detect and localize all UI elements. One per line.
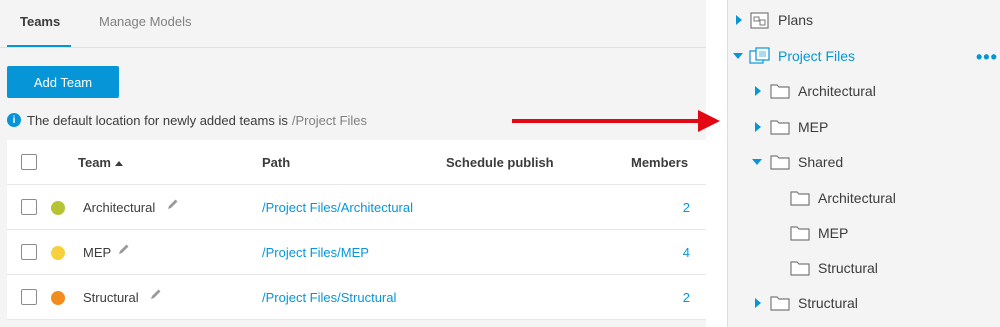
info-text: The default location for newly added tea… bbox=[27, 112, 288, 128]
folder-icon bbox=[770, 84, 790, 99]
collapse-shared-toggle[interactable] bbox=[752, 157, 762, 167]
tree-node-structural[interactable]: Structural bbox=[798, 295, 858, 311]
info-icon: i bbox=[7, 113, 21, 127]
tab-teams[interactable]: Teams bbox=[20, 14, 60, 29]
tab-divider bbox=[0, 47, 706, 48]
folder-icon bbox=[770, 155, 790, 170]
tree-node-shared[interactable]: Shared bbox=[798, 154, 843, 170]
tree-node-shared-architectural[interactable]: Architectural bbox=[818, 190, 896, 206]
sort-ascending-icon bbox=[115, 161, 123, 167]
red-arrow-line bbox=[512, 119, 700, 123]
folder-icon bbox=[790, 191, 810, 206]
tab-bar: Teams Manage Models bbox=[0, 0, 706, 48]
info-path: /Project Files bbox=[291, 112, 368, 128]
folder-tree-panel: Plans Project Files ••• Architectural ME… bbox=[727, 0, 1000, 327]
tree-node-shared-mep[interactable]: MEP bbox=[818, 225, 848, 241]
row-checkbox[interactable] bbox=[21, 244, 37, 260]
team-column-header[interactable]: Team bbox=[78, 155, 123, 170]
edit-pencil-icon[interactable] bbox=[167, 198, 179, 210]
team-path-link[interactable]: /Project Files/Structural bbox=[262, 290, 396, 305]
team-color-dot bbox=[51, 291, 65, 305]
path-column-header: Path bbox=[262, 155, 291, 170]
expand-architectural-toggle[interactable] bbox=[753, 86, 763, 96]
folder-icon bbox=[790, 261, 810, 276]
more-options-icon[interactable]: ••• bbox=[976, 47, 998, 68]
project-files-icon bbox=[749, 47, 770, 64]
edit-pencil-icon[interactable] bbox=[150, 288, 162, 300]
default-location-info: i The default location for newly added t… bbox=[7, 112, 367, 128]
tab-manage-models[interactable]: Manage Models bbox=[99, 14, 192, 29]
members-column-header: Members bbox=[631, 155, 689, 170]
members-count[interactable]: 4 bbox=[683, 245, 690, 260]
team-name: Structural bbox=[83, 290, 139, 305]
members-count[interactable]: 2 bbox=[683, 290, 690, 305]
caret-right-icon bbox=[755, 122, 761, 132]
expand-structural-toggle[interactable] bbox=[753, 298, 763, 308]
folder-icon bbox=[770, 296, 790, 311]
tree-node-architectural[interactable]: Architectural bbox=[798, 83, 876, 99]
table-row: MEP /Project Files/MEP 4 bbox=[7, 230, 706, 275]
team-name: MEP bbox=[83, 245, 112, 260]
folder-icon bbox=[790, 226, 810, 241]
team-color-dot bbox=[51, 246, 65, 260]
expand-plans-toggle[interactable] bbox=[734, 15, 744, 25]
table-row: Architectural /Project Files/Architectur… bbox=[7, 185, 706, 230]
team-path-link[interactable]: /Project Files/MEP bbox=[262, 245, 369, 260]
teams-panel: Teams Manage Models Add Team i The defau… bbox=[0, 0, 706, 327]
tree-node-shared-structural[interactable]: Structural bbox=[818, 260, 878, 276]
add-team-button[interactable]: Add Team bbox=[7, 66, 119, 98]
tree-node-plans[interactable]: Plans bbox=[778, 12, 813, 28]
folder-icon bbox=[770, 120, 790, 135]
caret-right-icon bbox=[755, 298, 761, 308]
red-arrow-head bbox=[698, 110, 720, 132]
collapse-project-files-toggle[interactable] bbox=[733, 51, 743, 61]
expand-mep-toggle[interactable] bbox=[753, 122, 763, 132]
plans-folder-icon bbox=[750, 12, 769, 29]
edit-pencil-icon[interactable] bbox=[118, 243, 130, 255]
members-count[interactable]: 2 bbox=[683, 200, 690, 215]
row-checkbox[interactable] bbox=[21, 199, 37, 215]
tree-node-mep[interactable]: MEP bbox=[798, 119, 828, 135]
team-color-dot bbox=[51, 201, 65, 215]
caret-down-icon bbox=[733, 53, 743, 59]
caret-down-icon bbox=[752, 159, 762, 165]
table-header: Team Path Schedule publish Members bbox=[7, 140, 706, 185]
team-path-link[interactable]: /Project Files/Architectural bbox=[262, 200, 413, 215]
caret-right-icon bbox=[755, 86, 761, 96]
tree-node-project-files[interactable]: Project Files bbox=[778, 48, 855, 64]
table-row: Structural /Project Files/Structural 2 bbox=[7, 275, 706, 320]
teams-table: Team Path Schedule publish Members Archi… bbox=[7, 140, 706, 320]
schedule-column-header: Schedule publish bbox=[446, 155, 554, 170]
select-all-checkbox[interactable] bbox=[21, 154, 37, 170]
team-name: Architectural bbox=[83, 200, 156, 215]
row-checkbox[interactable] bbox=[21, 289, 37, 305]
caret-right-icon bbox=[736, 15, 742, 25]
